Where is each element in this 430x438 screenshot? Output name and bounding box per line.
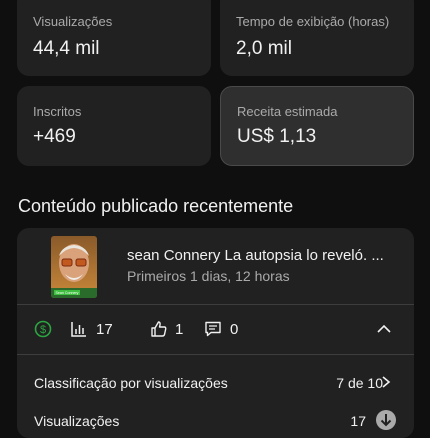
- monetization-icon: $: [34, 320, 52, 338]
- metric-card-revenue[interactable]: Receita estimada US$ 1,13: [220, 86, 414, 166]
- bar-chart-icon: [71, 322, 86, 337]
- comments-count: 0: [230, 320, 239, 338]
- arrow-down-circle-icon: [376, 410, 396, 430]
- collapse-button[interactable]: [375, 320, 393, 338]
- views-label: Visualizações: [34, 413, 120, 429]
- thumbnail-image: Sean Connery: [51, 236, 97, 298]
- metric-value: 2,0 mil: [236, 38, 292, 59]
- video-title[interactable]: sean Connery La autopsia lo reveló. ...: [127, 247, 397, 264]
- metric-label: Tempo de exibição (horas): [236, 14, 390, 29]
- recent-content-card: Sean Connery sean Connery La autopsia lo…: [17, 228, 414, 438]
- svg-text:Sean Connery: Sean Connery: [56, 291, 79, 295]
- rank-value: 7 de 10: [336, 375, 383, 391]
- metric-value: +469: [33, 126, 76, 147]
- likes-stat: 1: [150, 320, 183, 338]
- metric-label: Visualizações: [33, 14, 113, 29]
- video-thumbnail[interactable]: Sean Connery: [51, 236, 97, 298]
- svg-text:$: $: [40, 324, 46, 336]
- metric-value: 44,4 mil: [33, 38, 100, 59]
- divider: [17, 304, 414, 305]
- views-value: 17: [350, 413, 366, 429]
- metric-card-subscribers[interactable]: Inscritos +469: [17, 86, 211, 166]
- thumbs-up-icon: [151, 321, 167, 337]
- divider: [17, 354, 414, 355]
- metric-value: US$ 1,13: [237, 126, 317, 147]
- chevron-right-icon: [382, 376, 391, 388]
- views-count: 17: [96, 320, 113, 338]
- chevron-up-icon: [377, 324, 391, 333]
- rank-label: Classificação por visualizações: [34, 375, 228, 391]
- comment-icon: [205, 321, 221, 337]
- metric-card-watch-time[interactable]: Tempo de exibição (horas) 2,0 mil: [220, 0, 414, 76]
- video-subtitle: Primeiros 1 dias, 12 horas: [127, 268, 290, 284]
- section-title: Conteúdo publicado recentemente: [18, 196, 294, 216]
- metric-label: Inscritos: [33, 104, 82, 119]
- metric-label: Receita estimada: [237, 104, 338, 119]
- likes-count: 1: [175, 320, 184, 338]
- views-stat: 17: [70, 320, 113, 338]
- comments-stat: 0: [204, 320, 238, 338]
- metric-card-views[interactable]: Visualizações 44,4 mil: [17, 0, 211, 76]
